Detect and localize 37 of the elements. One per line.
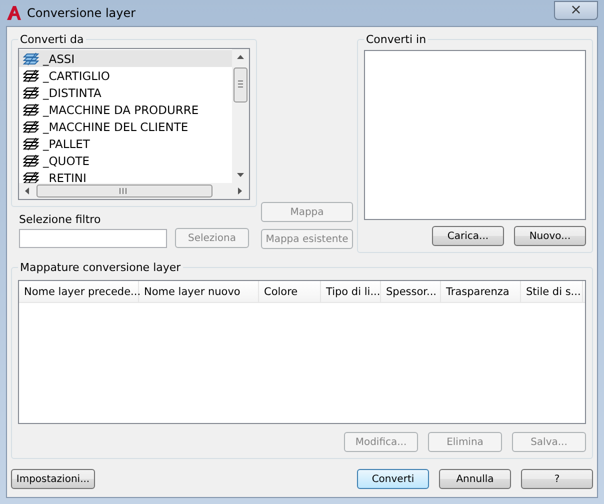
layers-icon [23,120,40,134]
layer-item[interactable]: _CARTIGLIO [19,67,232,84]
layer-item[interactable]: _QUOTE [19,152,232,169]
group-label: Converti da [19,33,85,46]
group-label: Mappature conversione layer [19,261,182,274]
dialog-button[interactable]: Annulla [439,469,511,489]
layers-icon [23,68,40,82]
layers-icon [23,136,40,150]
column-header[interactable]: Nome layer nuovo [139,281,259,302]
column-header[interactable]: Spessor... [381,281,441,302]
column-header[interactable]: Nome layer precede... [19,281,139,302]
settings-button[interactable]: Impostazioni... [11,469,95,489]
layer-item[interactable]: _ASSI [19,50,232,67]
column-header[interactable]: Trasparenza [441,281,521,302]
dialog-button[interactable]: Carica... [432,226,504,246]
layer-item[interactable]: _MACCHINE DA PRODURRE [19,101,232,118]
dialog-button[interactable]: ? [521,469,593,489]
layers-icon [23,86,40,100]
layers-icon [23,102,40,116]
horizontal-scrollbar[interactable] [19,183,249,199]
layer-item[interactable]: _DISTINTA [19,84,232,101]
close-button[interactable]: × [554,0,598,20]
group-label: Converti in [365,33,428,46]
app-logo-icon [6,5,22,21]
column-header[interactable]: Tipo di li... [321,281,381,302]
filter-field[interactable] [19,228,167,248]
layers-icon [23,52,40,66]
vertical-scrollbar[interactable] [232,49,249,183]
window-title: Conversione layer [27,6,137,20]
filter-label: Selezione filtro [18,213,102,226]
dialog-button[interactable]: Converti [357,469,429,489]
layer-item[interactable]: _MACCHINE DEL CLIENTE [19,118,232,135]
layers-icon [23,154,40,168]
column-header[interactable]: Stile di s... [521,281,583,302]
column-header[interactable]: Colore [259,281,321,302]
layer-item[interactable]: _PALLET [19,135,232,152]
dialog-button[interactable]: Nuovo... [514,226,586,246]
